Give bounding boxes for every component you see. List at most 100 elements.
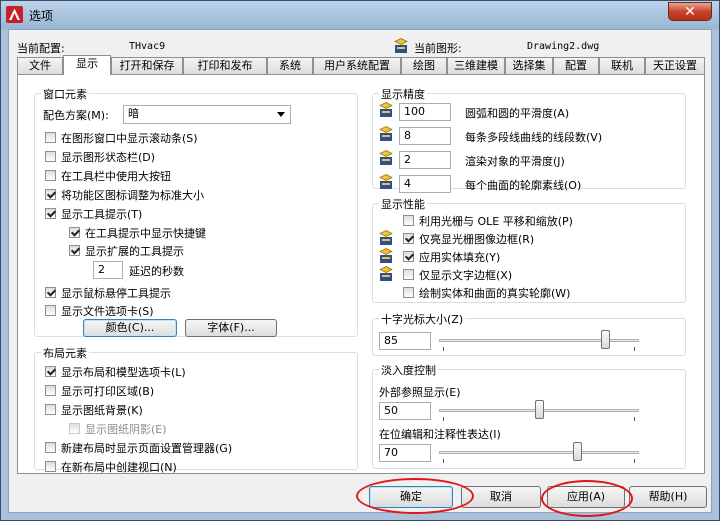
drawing-saved-icon bbox=[379, 230, 393, 246]
label-resize-ribbon-icons: 将功能区图标调整为标准大小 bbox=[61, 189, 204, 202]
tab-user-preferences[interactable]: 用户系统配置 bbox=[313, 57, 401, 74]
help-button[interactable]: 帮助(H) bbox=[629, 486, 707, 508]
delay-seconds-label: 延迟的秒数 bbox=[129, 265, 184, 278]
checkbox-apply-solid-fill[interactable] bbox=[403, 251, 414, 262]
tab-display[interactable]: 显示 bbox=[63, 55, 111, 75]
window-title: 选项 bbox=[29, 9, 54, 23]
label-apply-solid-fill: 应用实体填充(Y) bbox=[419, 251, 501, 264]
polyline-segments-label: 每条多段线曲线的线段数(V) bbox=[465, 131, 603, 144]
color-scheme-select[interactable]: 暗 bbox=[123, 105, 291, 124]
tab-system[interactable]: 系统 bbox=[267, 57, 313, 74]
checkbox-show-scrollbars[interactable] bbox=[45, 132, 56, 143]
slider-ticks bbox=[439, 459, 639, 463]
current-profile-value: THvac9 bbox=[129, 41, 166, 52]
display-resolution-group: 显示精度 100 圆弧和圆的平滑度(A) 8 每条多段线曲线的线段数(V) 2 … bbox=[372, 86, 686, 193]
arc-smoothness-label: 圆弧和圆的平滑度(A) bbox=[465, 107, 570, 120]
slider-ticks bbox=[439, 347, 639, 351]
label-show-status-bar: 显示图形状态栏(D) bbox=[61, 151, 156, 164]
rendered-smoothness-input[interactable]: 2 bbox=[399, 151, 451, 169]
label-extended-tooltips: 显示扩展的工具提示 bbox=[85, 245, 184, 258]
current-drawing-label: 当前图形: bbox=[414, 42, 462, 55]
checkbox-create-viewport[interactable] bbox=[45, 461, 56, 472]
tab-online[interactable]: 联机 bbox=[599, 57, 645, 74]
dialog-client: 当前配置: THvac9 当前图形: Drawing2.dwg 文件 显示 打开… bbox=[8, 29, 712, 517]
current-profile-label: 当前配置: bbox=[17, 42, 65, 55]
checkbox-extended-tooltips[interactable] bbox=[69, 245, 80, 256]
label-pan-zoom-raster-ole: 利用光栅与 OLE 平移和缩放(P) bbox=[419, 215, 573, 228]
drawing-icon bbox=[394, 38, 408, 53]
highlight-circle-ok bbox=[356, 478, 474, 514]
crosshair-size-input[interactable]: 85 bbox=[379, 332, 431, 350]
fade-control-group: 淡入度控制 外部参照显示(E) 50 在位编辑和注释性表达(I) 70 bbox=[372, 362, 686, 469]
checkbox-show-status-bar[interactable] bbox=[45, 151, 56, 162]
checkbox-paper-shadow[interactable] bbox=[69, 423, 80, 434]
label-create-viewport: 在新布局中创建视口(N) bbox=[61, 461, 177, 474]
checkbox-highlight-raster-frame[interactable] bbox=[403, 233, 414, 244]
checkbox-rollover-tooltips[interactable] bbox=[45, 287, 56, 298]
drawing-saved-icon bbox=[379, 266, 393, 282]
display-resolution-title: 显示精度 bbox=[379, 86, 427, 102]
tab-profiles[interactable]: 配置 bbox=[553, 57, 599, 74]
tab-3d-modeling[interactable]: 三维建模 bbox=[447, 57, 505, 74]
delay-seconds-input[interactable]: 2 bbox=[93, 261, 123, 279]
close-icon: ✕ bbox=[684, 4, 696, 20]
checkbox-text-boundary-frame[interactable] bbox=[403, 269, 414, 280]
checkbox-resize-ribbon-icons[interactable] bbox=[45, 189, 56, 200]
current-drawing-value: Drawing2.dwg bbox=[527, 41, 600, 52]
label-large-buttons: 在工具栏中使用大按钮 bbox=[61, 170, 171, 183]
checkbox-shortcut-keys-in-tooltips[interactable] bbox=[69, 227, 80, 238]
drawing-saved-icon bbox=[379, 150, 393, 166]
layout-elements-title: 布局元素 bbox=[41, 345, 89, 361]
inplace-edit-slider[interactable] bbox=[439, 451, 639, 454]
fonts-button[interactable]: 字体(F)... bbox=[185, 319, 277, 337]
label-show-scrollbars: 在图形窗口中显示滚动条(S) bbox=[61, 132, 198, 145]
colors-button[interactable]: 颜色(C)... bbox=[83, 319, 177, 337]
drawing-saved-icon bbox=[379, 126, 393, 142]
checkbox-page-setup-manager[interactable] bbox=[45, 442, 56, 453]
label-shortcut-keys-in-tooltips: 在工具提示中显示快捷键 bbox=[85, 227, 206, 240]
display-tab-page: 窗口元素 配色方案(M): 暗 在图形窗口中显示滚动条(S) 显示图形状态栏(D… bbox=[17, 74, 705, 474]
checkbox-true-silhouettes[interactable] bbox=[403, 287, 414, 298]
inplace-edit-input[interactable]: 70 bbox=[379, 444, 431, 462]
checkbox-printable-area[interactable] bbox=[45, 385, 56, 396]
label-show-tooltips: 显示工具提示(T) bbox=[61, 208, 143, 221]
checkbox-paper-background[interactable] bbox=[45, 404, 56, 415]
inplace-edit-label: 在位编辑和注释性表达(I) bbox=[379, 428, 501, 441]
checkbox-file-tabs[interactable] bbox=[45, 305, 56, 316]
xref-display-label: 外部参照显示(E) bbox=[379, 386, 461, 399]
chevron-down-icon bbox=[277, 112, 285, 117]
color-scheme-value: 暗 bbox=[128, 107, 139, 120]
label-file-tabs: 显示文件选项卡(S) bbox=[61, 305, 154, 318]
tab-selection[interactable]: 选择集 bbox=[505, 57, 553, 74]
crosshair-size-group: 十字光标大小(Z) 85 bbox=[372, 311, 686, 356]
label-true-silhouettes: 绘制实体和曲面的真实轮廓(W) bbox=[419, 287, 571, 300]
highlight-circle-apply bbox=[541, 480, 633, 517]
label-paper-background: 显示图纸背景(K) bbox=[61, 404, 143, 417]
crosshair-size-title: 十字光标大小(Z) bbox=[379, 311, 466, 327]
xref-display-input[interactable]: 50 bbox=[379, 402, 431, 420]
tab-tangent-settings[interactable]: 天正设置 bbox=[645, 57, 705, 74]
slider-ticks bbox=[439, 417, 639, 421]
label-text-boundary-frame: 仅显示文字边框(X) bbox=[419, 269, 513, 282]
tab-open-save[interactable]: 打开和保存 bbox=[111, 57, 183, 74]
drawing-saved-icon bbox=[379, 248, 393, 264]
layout-elements-group: 布局元素 显示布局和模型选项卡(L) 显示可打印区域(B) 显示图纸背景(K) … bbox=[34, 345, 358, 474]
checkbox-pan-zoom-raster-ole[interactable] bbox=[403, 215, 414, 226]
checkbox-large-buttons[interactable] bbox=[45, 170, 56, 181]
window-elements-title: 窗口元素 bbox=[41, 86, 89, 102]
contour-lines-input[interactable]: 4 bbox=[399, 175, 451, 193]
label-printable-area: 显示可打印区域(B) bbox=[61, 385, 155, 398]
polyline-segments-input[interactable]: 8 bbox=[399, 127, 451, 145]
window-elements-group: 窗口元素 配色方案(M): 暗 在图形窗口中显示滚动条(S) 显示图形状态栏(D… bbox=[34, 86, 358, 337]
drawing-saved-icon bbox=[379, 174, 393, 190]
arc-smoothness-input[interactable]: 100 bbox=[399, 103, 451, 121]
checkbox-show-tooltips[interactable] bbox=[45, 208, 56, 219]
close-button[interactable]: ✕ bbox=[668, 2, 712, 21]
tab-drafting[interactable]: 绘图 bbox=[401, 57, 447, 74]
tab-file[interactable]: 文件 bbox=[17, 57, 63, 74]
color-scheme-label: 配色方案(M): bbox=[43, 109, 109, 122]
label-paper-shadow: 显示图纸阴影(E) bbox=[85, 423, 167, 436]
title-bar[interactable]: 选项 ✕ bbox=[1, 1, 719, 29]
tab-plot-publish[interactable]: 打印和发布 bbox=[183, 57, 267, 74]
checkbox-layout-model-tabs[interactable] bbox=[45, 366, 56, 377]
